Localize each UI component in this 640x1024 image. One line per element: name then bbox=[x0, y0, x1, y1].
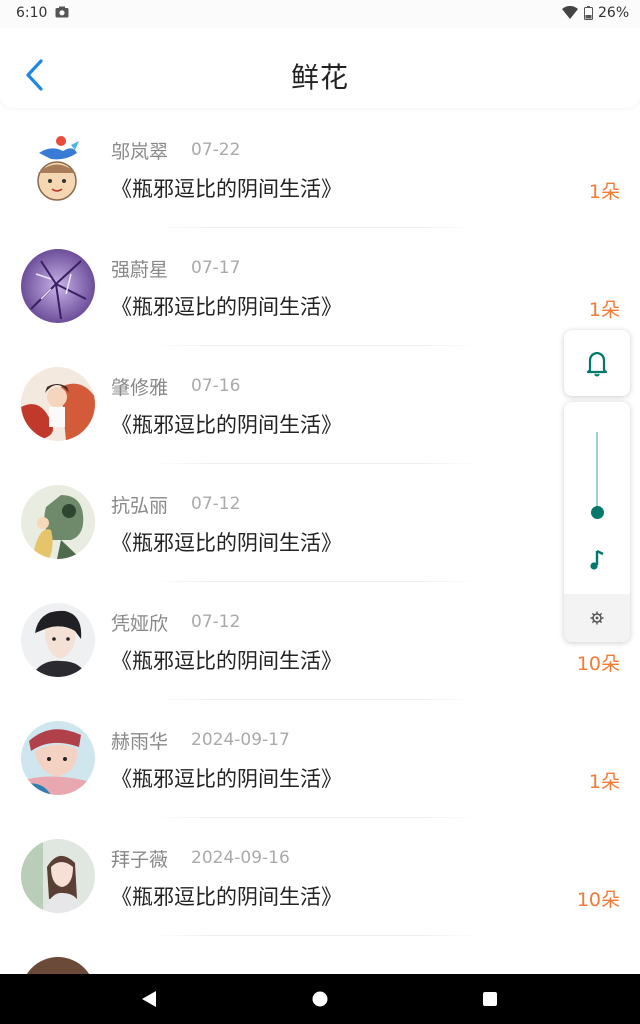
flower-count: 1朵 bbox=[588, 771, 620, 793]
status-time: 6:10 bbox=[16, 5, 48, 21]
list-item[interactable]: 邬岚翠 07-22 《瓶邪逗比的阴间生活》 1朵 bbox=[0, 110, 640, 228]
user-name: 凭娅欣 bbox=[111, 613, 169, 635]
book-title: 《瓶邪逗比的阴间生活》 bbox=[111, 295, 342, 319]
list-item[interactable]: 赫雨华 2024-09-17 《瓶邪逗比的阴间生活》 1朵 bbox=[0, 700, 640, 818]
wifi-icon bbox=[562, 6, 578, 19]
date: 2024-09-16 bbox=[191, 848, 290, 868]
flower-count: 10朵 bbox=[576, 653, 620, 675]
book-title: 《瓶邪逗比的阴间生活》 bbox=[111, 531, 342, 555]
date: 07-22 bbox=[191, 140, 241, 160]
system-nav-bar bbox=[0, 974, 640, 1024]
camera-icon bbox=[55, 6, 69, 18]
battery-percentage: 26% bbox=[598, 5, 630, 21]
date: 07-12 bbox=[191, 494, 241, 514]
date: 07-12 bbox=[191, 612, 241, 632]
app-header: 鲜花 bbox=[0, 28, 640, 108]
list-item[interactable]: 凭娅欣 07-12 《瓶邪逗比的阴间生活》 10朵 bbox=[0, 582, 640, 700]
book-title: 《瓶邪逗比的阴间生活》 bbox=[111, 885, 342, 909]
book-title: 《瓶邪逗比的阴间生活》 bbox=[111, 177, 342, 201]
avatar bbox=[21, 131, 95, 205]
user-name: 强蔚星 bbox=[111, 259, 169, 281]
user-name: 抗弘丽 bbox=[111, 495, 169, 517]
flower-list: 邬岚翠 07-22 《瓶邪逗比的阴间生活》 1朵 强蔚星 07-17 《瓶邪逗比… bbox=[0, 110, 640, 974]
volume-slider-knob[interactable] bbox=[591, 506, 604, 519]
book-title: 《瓶邪逗比的阴间生活》 bbox=[111, 413, 342, 437]
avatar bbox=[21, 485, 95, 559]
ringer-toggle[interactable] bbox=[564, 330, 630, 396]
page-title: 鲜花 bbox=[290, 61, 349, 94]
nav-back-icon[interactable] bbox=[140, 989, 158, 1009]
volume-panel bbox=[564, 402, 630, 642]
avatar bbox=[21, 957, 95, 974]
list-item[interactable] bbox=[0, 936, 640, 974]
flower-count: 1朵 bbox=[588, 181, 620, 203]
book-title: 《瓶邪逗比的阴间生活》 bbox=[111, 649, 342, 673]
avatar bbox=[21, 603, 95, 677]
list-item[interactable]: 拜子薇 2024-09-16 《瓶邪逗比的阴间生活》 10朵 bbox=[0, 818, 640, 936]
flower-count: 1朵 bbox=[588, 299, 620, 321]
nav-recents-icon[interactable] bbox=[481, 989, 499, 1009]
volume-track[interactable] bbox=[596, 432, 598, 514]
avatar bbox=[21, 721, 95, 795]
list-item[interactable]: 肇修雅 07-16 《瓶邪逗比的阴间生活》 bbox=[0, 346, 640, 464]
list-item[interactable]: 抗弘丽 07-12 《瓶邪逗比的阴间生活》 bbox=[0, 464, 640, 582]
date: 2024-09-17 bbox=[191, 730, 290, 750]
battery-icon bbox=[584, 6, 593, 20]
book-title: 《瓶邪逗比的阴间生活》 bbox=[111, 767, 342, 791]
user-name: 肇修雅 bbox=[111, 377, 169, 399]
status-bar: 6:10 26% bbox=[0, 0, 640, 28]
nav-home-icon[interactable] bbox=[311, 989, 329, 1009]
user-name: 拜子薇 bbox=[111, 849, 169, 871]
user-name: 赫雨华 bbox=[111, 731, 169, 753]
bell-icon bbox=[586, 351, 608, 377]
user-name: 邬岚翠 bbox=[111, 141, 169, 163]
date: 07-16 bbox=[191, 376, 241, 396]
gear-icon bbox=[590, 611, 604, 625]
date: 07-17 bbox=[191, 258, 241, 278]
volume-settings-button[interactable] bbox=[564, 594, 630, 642]
flower-count: 10朵 bbox=[576, 889, 620, 911]
avatar bbox=[21, 367, 95, 441]
list-item[interactable]: 强蔚星 07-17 《瓶邪逗比的阴间生活》 1朵 bbox=[0, 228, 640, 346]
avatar bbox=[21, 839, 95, 913]
avatar bbox=[21, 249, 95, 323]
music-note-icon bbox=[590, 549, 604, 570]
